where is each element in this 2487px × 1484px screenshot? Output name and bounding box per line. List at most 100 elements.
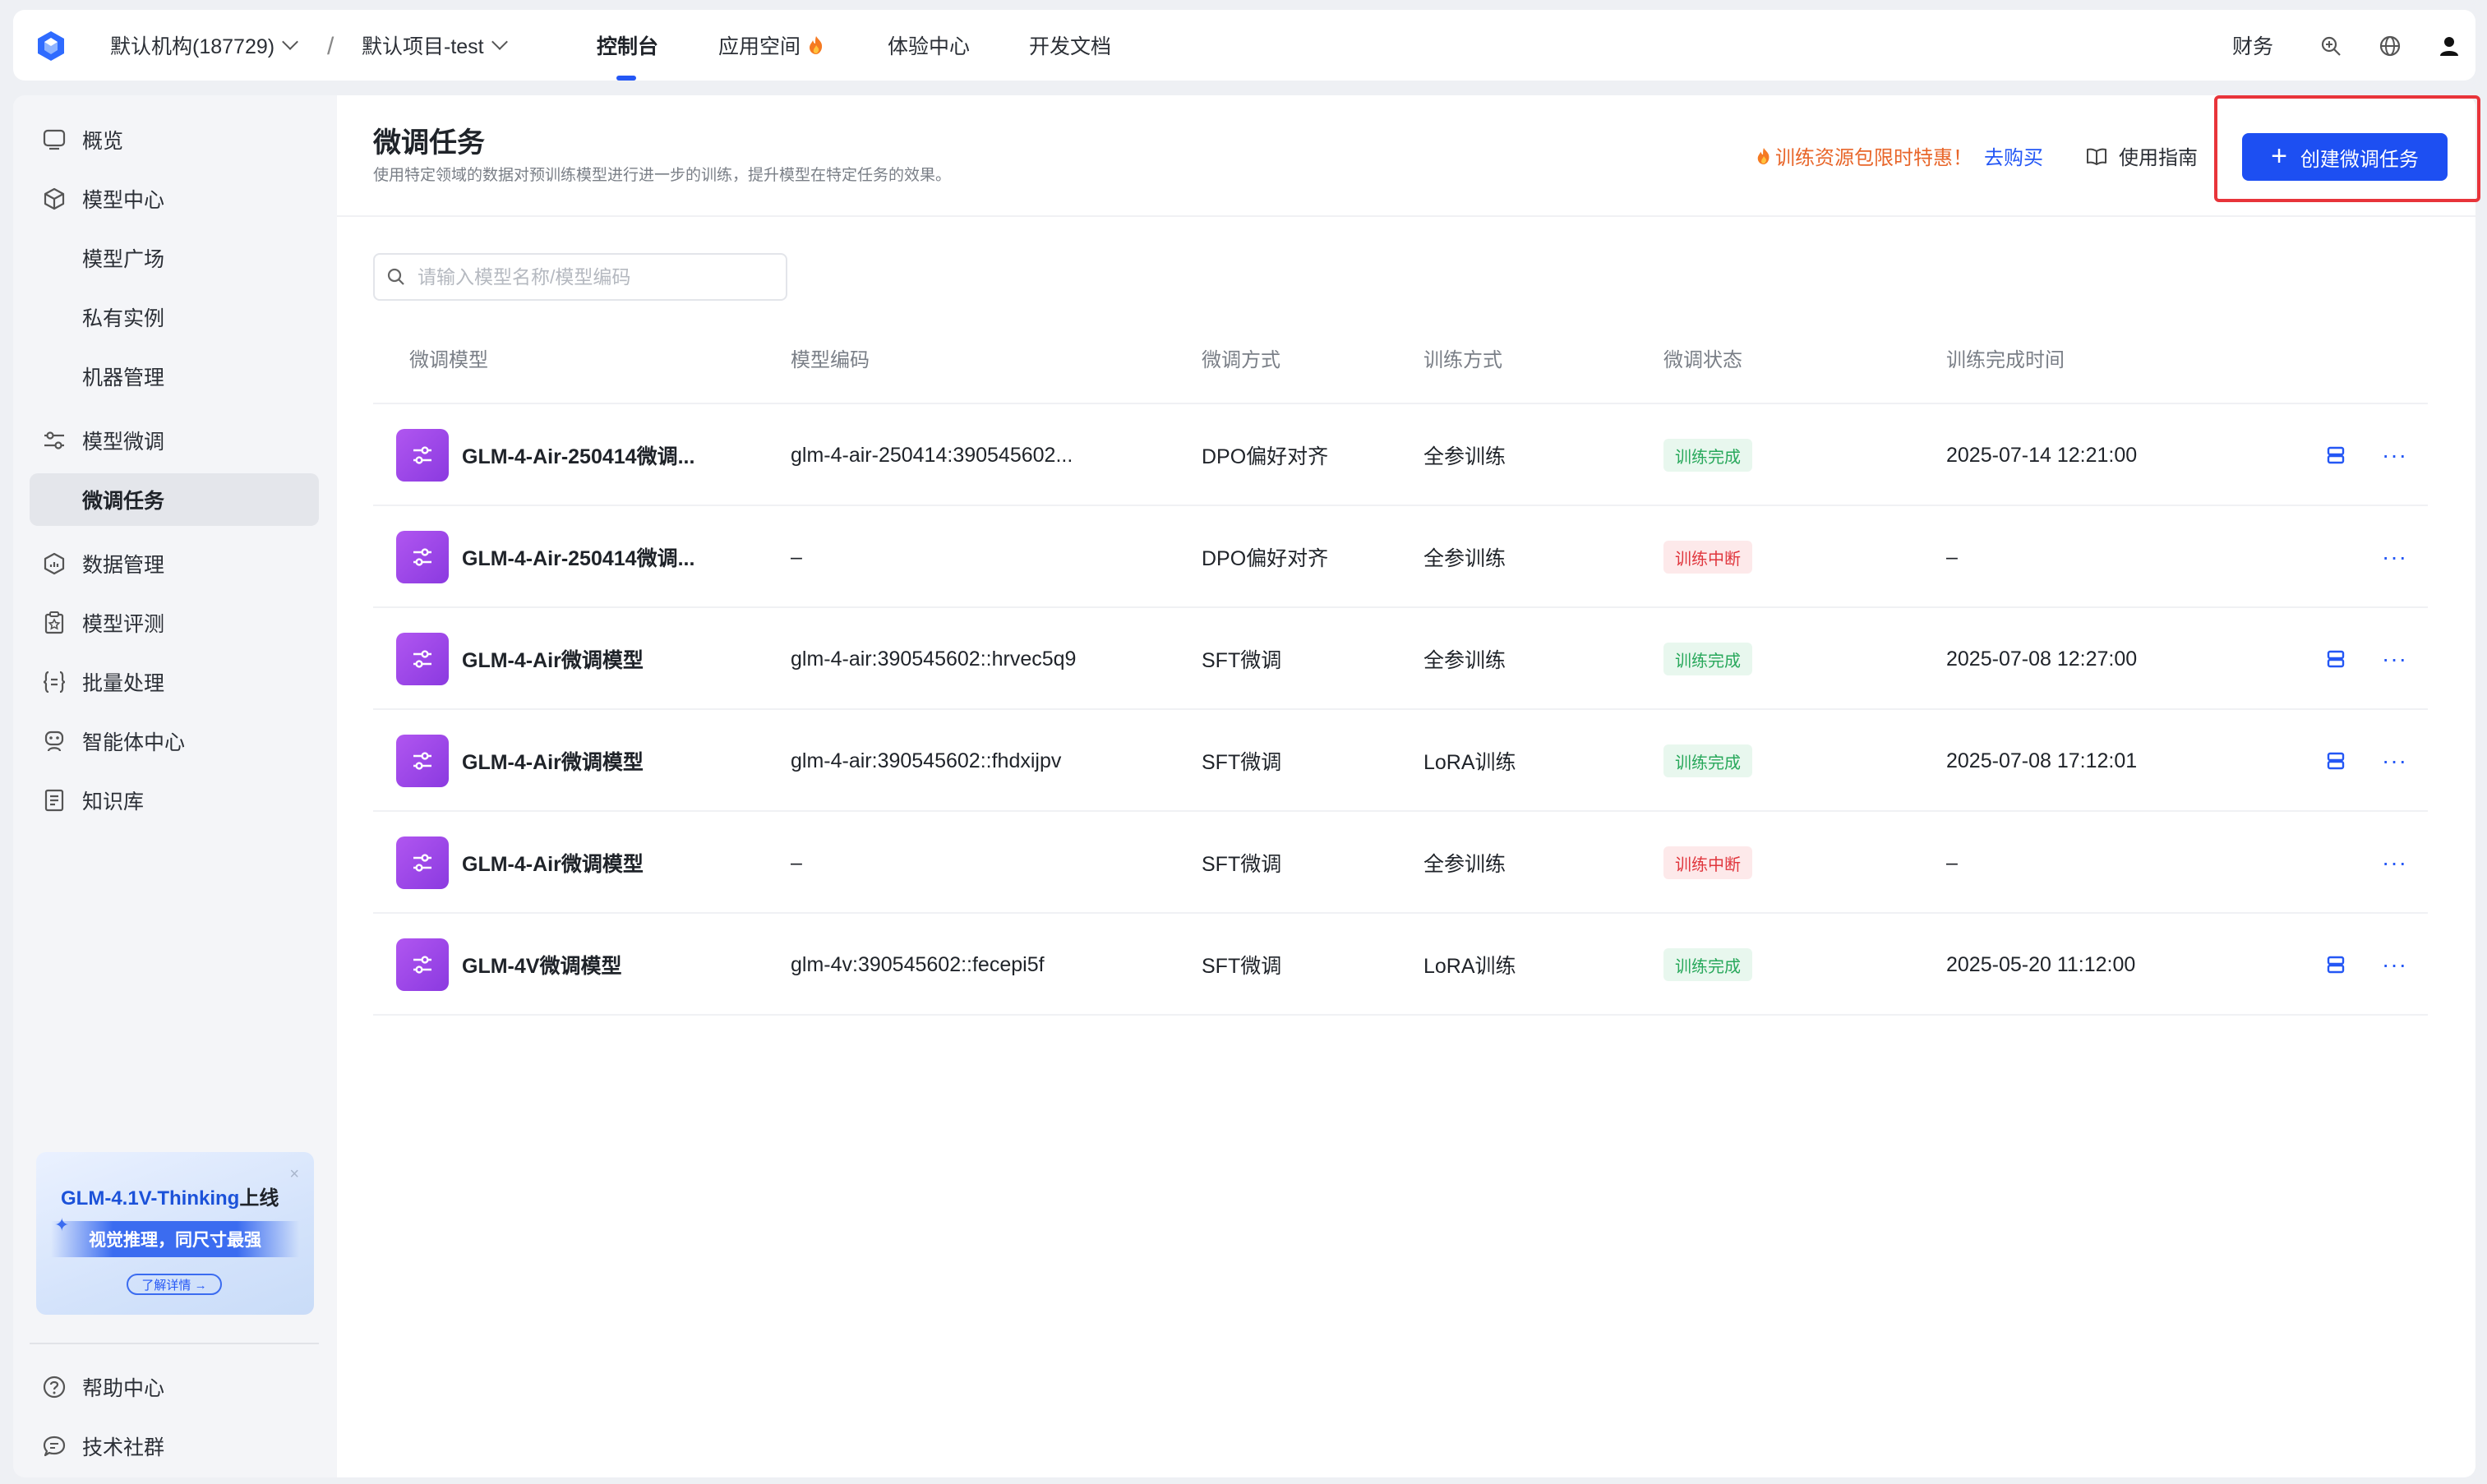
braces-icon: [41, 669, 67, 695]
project-selector[interactable]: 默认项目-test: [362, 10, 508, 81]
top-bar: 默认机构(187729) / 默认项目-test 控制台 应用空间 体验中心 开…: [13, 10, 2475, 81]
main-panel: 微调任务 使用特定领域的数据对预训练模型进行进一步的训练，提升模型在特定任务的效…: [337, 95, 2480, 1477]
status-badge: 训练完成: [1663, 439, 1752, 472]
table-row[interactable]: GLM-4-Air微调模型 glm-4-air:390545602::fhdxij…: [373, 710, 2428, 812]
close-icon[interactable]: ×: [289, 1165, 299, 1184]
chat-icon: [41, 1433, 67, 1459]
sidebar-item-label: 概览: [82, 130, 124, 153]
sidebar-item-label: 模型评测: [82, 613, 165, 636]
buy-link[interactable]: 去购买: [1984, 141, 2043, 170]
nav-console[interactable]: 控制台: [597, 10, 658, 81]
sidebar-item-model-center[interactable]: 模型中心: [30, 173, 319, 225]
chevron-down-icon: [282, 34, 298, 50]
status-badge: 训练完成: [1663, 744, 1752, 777]
finetune-method: SFT微调: [1202, 955, 1282, 978]
more-actions-button[interactable]: ···: [2382, 404, 2407, 506]
more-actions-button[interactable]: ···: [2382, 506, 2407, 608]
sidebar-item-help-center[interactable]: 帮助中心: [30, 1361, 319, 1413]
table-row[interactable]: GLM-4-Air微调模型 glm-4-air:390545602::hrvec5…: [373, 608, 2428, 710]
sidebar-item-model-square[interactable]: 模型广场: [30, 232, 319, 284]
sidebar-item-label: 帮助中心: [82, 1377, 165, 1400]
table-row[interactable]: GLM-4V微调模型 glm-4v:390545602::fecepi5f SFT微…: [373, 914, 2428, 1016]
table-row[interactable]: GLM-4-Air-250414微调... glm-4-air-250414:39…: [373, 404, 2428, 506]
column-header-method: 微调方式: [1202, 349, 1280, 371]
model-icon: [396, 735, 449, 787]
model-code: glm-4-air:390545602::hrvec5q9: [791, 647, 1077, 671]
sidebar-item-machine-management[interactable]: 机器管理: [30, 350, 319, 403]
sidebar-item-label: 批量处理: [82, 672, 165, 695]
sidebar-item-tech-community[interactable]: 技术社群: [30, 1420, 319, 1472]
page-description: 使用特定领域的数据对预训练模型进行进一步的训练，提升模型在特定任务的效果。: [373, 167, 952, 184]
column-header-time: 训练完成时间: [1946, 349, 2065, 371]
completion-time: –: [1946, 850, 1958, 874]
model-name: GLM-4V微调模型: [462, 955, 622, 978]
sidebar-item-agent-center[interactable]: 智能体中心: [30, 715, 319, 767]
sidebar-item-private-instances[interactable]: 私有实例: [30, 291, 319, 343]
completion-time: 2025-07-08 12:27:00: [1946, 647, 2138, 671]
sidebar-item-data-management[interactable]: 数据管理: [30, 537, 319, 590]
status-cell: 训练中断: [1663, 812, 1752, 914]
globe-icon[interactable]: [2379, 35, 2402, 58]
model-name: GLM-4-Air微调模型: [462, 853, 644, 876]
deploy-icon[interactable]: [2326, 404, 2346, 506]
guide-link[interactable]: 使用指南: [2086, 141, 2198, 170]
training-method: LoRA训练: [1423, 955, 1516, 978]
chevron-down-icon: [491, 34, 508, 50]
guide-label: 使用指南: [2119, 147, 2198, 169]
promo-banner[interactable]: × GLM-4.1V-Thinking上线 ✦ 视觉推理，同尺寸最强 了解详情 …: [36, 1152, 314, 1315]
logo-icon[interactable]: [35, 30, 67, 62]
deploy-icon[interactable]: [2326, 710, 2346, 812]
nav-app-space-label: 应用空间: [718, 35, 801, 58]
nav-app-space[interactable]: 应用空间: [718, 10, 825, 81]
promo-learn-more-button[interactable]: 了解详情 →: [127, 1274, 222, 1295]
status-cell: 训练完成: [1663, 404, 1752, 506]
model-name: GLM-4-Air-250414微调...: [462, 547, 695, 570]
org-selector[interactable]: 默认机构(187729): [110, 10, 298, 81]
user-icon[interactable]: [2438, 35, 2461, 58]
deploy-icon[interactable]: [2326, 608, 2346, 710]
sidebar-item-label: 智能体中心: [82, 731, 186, 754]
model-name-cell[interactable]: GLM-4-Air微调模型: [396, 710, 644, 812]
sidebar-item-model-finetune[interactable]: 模型微调: [30, 414, 319, 467]
sliders-icon: [41, 427, 67, 454]
finetune-method: SFT微调: [1202, 751, 1282, 774]
table-row[interactable]: GLM-4-Air微调模型 – SFT微调 全参训练 训练中断 – ···: [373, 812, 2428, 914]
search-box[interactable]: [373, 253, 787, 301]
resource-promo: 训练资源包限时特惠！ 去购买: [1756, 141, 2043, 170]
search-input[interactable]: [418, 265, 763, 288]
sidebar-item-finetune-tasks[interactable]: 微调任务: [30, 473, 319, 526]
sidebar-item-overview[interactable]: 概览: [30, 113, 319, 166]
nav-experience-center[interactable]: 体验中心: [888, 10, 970, 81]
nav-dev-docs[interactable]: 开发文档: [1029, 10, 1111, 81]
sidebar-item-batch-processing[interactable]: 批量处理: [30, 656, 319, 708]
finance-link[interactable]: 财务: [2232, 10, 2273, 81]
status-cell: 训练完成: [1663, 608, 1752, 710]
sidebar-item-model-evaluation[interactable]: 模型评测: [30, 597, 319, 649]
sidebar-item-knowledge-base[interactable]: 知识库: [30, 774, 319, 827]
more-actions-button[interactable]: ···: [2382, 710, 2407, 812]
model-name: GLM-4-Air微调模型: [462, 751, 644, 774]
finetune-method: SFT微调: [1202, 853, 1282, 876]
more-actions-button[interactable]: ···: [2382, 812, 2407, 914]
deploy-icon[interactable]: [2326, 914, 2346, 1016]
model-name-cell[interactable]: GLM-4-Air-250414微调...: [396, 506, 694, 608]
model-name-cell[interactable]: GLM-4-Air微调模型: [396, 608, 644, 710]
promo-text: 训练资源包限时特惠！: [1775, 147, 1973, 169]
sidebar: 概览 模型中心 模型广场 私有实例 机器管理 模型微调 微调任务 数据管理 模型…: [13, 95, 337, 1477]
more-actions-button[interactable]: ···: [2382, 608, 2407, 710]
table-row[interactable]: GLM-4-Air-250414微调... – DPO偏好对齐 全参训练 训练中断 – ··…: [373, 506, 2428, 608]
support-icon[interactable]: [2319, 35, 2342, 58]
model-name-cell[interactable]: GLM-4-Air-250414微调...: [396, 404, 694, 506]
column-header-code: 模型编码: [791, 349, 870, 371]
fire-icon: [810, 36, 823, 54]
model-name-cell[interactable]: GLM-4V微调模型: [396, 914, 621, 1016]
finetune-method: DPO偏好对齐: [1202, 445, 1329, 468]
status-cell: 训练完成: [1663, 710, 1752, 812]
more-actions-button[interactable]: ···: [2382, 914, 2407, 1016]
model-icon: [396, 633, 449, 685]
search-icon: [387, 268, 404, 285]
model-code: glm-4v:390545602::fecepi5f: [791, 952, 1045, 976]
model-name-cell[interactable]: GLM-4-Air微调模型: [396, 812, 644, 914]
completion-time: 2025-07-14 12:21:00: [1946, 443, 2138, 467]
status-cell: 训练完成: [1663, 914, 1752, 1016]
